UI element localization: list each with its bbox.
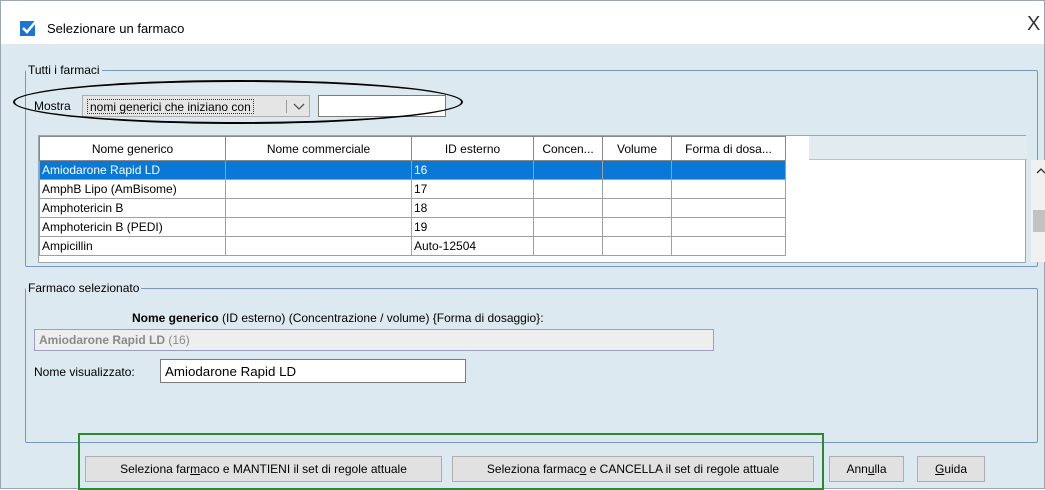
- column-header[interactable]: Forma di dosa...: [671, 136, 786, 161]
- cell-brand-name: [225, 236, 412, 256]
- cell-generic-name: Amiodarone Rapid LD: [39, 160, 226, 180]
- select-cancel-rules-button[interactable]: Seleziona farmaco e CANCELLA il set di r…: [452, 456, 814, 482]
- scroll-thumb[interactable]: [1033, 210, 1045, 232]
- title-bar: Selezionare un farmaco X: [1, 1, 1044, 45]
- table-row[interactable]: AmphB Lipo (AmBisome) 17: [39, 179, 786, 199]
- table-row[interactable]: Amphotericin B 18: [39, 198, 786, 218]
- check-icon: [20, 19, 38, 36]
- cell-volume: [602, 236, 672, 256]
- filter-type-value: nomi generici che iniziano con: [87, 99, 254, 114]
- cell-generic-name: Amphotericin B: [39, 198, 226, 218]
- help-button[interactable]: Guida: [917, 456, 985, 482]
- cell-dosage-form: [671, 179, 786, 199]
- column-header[interactable]: Nome commerciale: [225, 136, 412, 161]
- cell-external-id: Auto-12504: [411, 236, 534, 256]
- generic-name-value: Amiodarone Rapid LD: [39, 333, 166, 347]
- drug-table: Nome generico Nome commerciale ID estern…: [38, 135, 1045, 263]
- cell-brand-name: [225, 179, 412, 199]
- cell-concentration: [533, 217, 603, 237]
- selected-drug-group: Farmaco selezionato Nome generico (ID es…: [25, 281, 1038, 443]
- button-mnemonic: m: [190, 462, 201, 476]
- generic-name-field: Amiodarone Rapid LD (16): [34, 329, 714, 351]
- table-row[interactable]: Amiodarone Rapid LD 16: [39, 160, 786, 180]
- all-drugs-legend: Tutti i farmaci: [28, 63, 100, 77]
- button-label-part: e CANCELLA il set di regole attuale: [586, 462, 780, 476]
- cell-generic-name: Ampicillin: [39, 236, 226, 256]
- select-separator: [286, 100, 287, 113]
- filter-text-input[interactable]: [318, 95, 446, 117]
- cell-volume: [602, 217, 672, 237]
- button-label-part: Seleziona far: [120, 462, 191, 476]
- column-header[interactable]: Concen...: [533, 136, 603, 161]
- cell-concentration: [533, 179, 603, 199]
- cell-dosage-form: [671, 198, 786, 218]
- caption-rest: (ID esterno) (Concentrazione / volume) {…: [218, 311, 544, 325]
- caption-bold: Nome generico: [132, 311, 219, 325]
- cell-dosage-form: [671, 236, 786, 256]
- generic-id-value: (16): [165, 333, 190, 347]
- cell-concentration: [533, 160, 603, 180]
- cell-external-id: 19: [411, 217, 534, 237]
- header-filler: [809, 136, 1027, 160]
- button-label-part: Seleziona farmac: [486, 462, 580, 476]
- dialog-window: Selezionare un farmaco X Tutti i farmaci…: [0, 0, 1045, 490]
- button-label-part: lla: [874, 462, 887, 476]
- cell-concentration: [533, 236, 603, 256]
- table-row[interactable]: Amphotericin B (PEDI) 19: [39, 217, 786, 237]
- button-mnemonic: u: [867, 462, 875, 476]
- cell-generic-name: AmphB Lipo (AmBisome): [39, 179, 226, 199]
- header-row: Nome generico Nome commerciale ID estern…: [39, 136, 786, 161]
- window-title: Selezionare un farmaco: [47, 21, 185, 36]
- cell-volume: [602, 160, 672, 180]
- cancel-button[interactable]: Annulla: [829, 456, 904, 482]
- selected-caption: Nome generico (ID esterno) (Concentrazio…: [132, 311, 544, 325]
- filter-label: Mostra: [34, 99, 71, 113]
- drug-grid: Nome generico Nome commerciale ID estern…: [39, 136, 786, 256]
- column-header[interactable]: Volume: [602, 136, 672, 161]
- cell-dosage-form: [671, 217, 786, 237]
- column-header[interactable]: ID esterno: [411, 136, 534, 161]
- chevron-up-icon[interactable]: [1036, 166, 1045, 176]
- vertical-scrollbar[interactable]: [1031, 160, 1045, 262]
- select-keep-rules-button[interactable]: Seleziona farmaco e MANTIENI il set di r…: [85, 456, 442, 482]
- cell-concentration: [533, 198, 603, 218]
- button-label-part: Ann: [846, 462, 868, 476]
- close-icon[interactable]: X: [1027, 13, 1040, 36]
- chevron-down-icon: [293, 103, 305, 110]
- cell-external-id: 18: [411, 198, 534, 218]
- button-label-part: aco e MANTIENI il set di regole attuale: [200, 462, 407, 476]
- button-label-part: uida: [944, 462, 968, 476]
- display-name-input[interactable]: [160, 359, 466, 383]
- button-mnemonic: G: [934, 462, 945, 476]
- filter-type-select[interactable]: nomi generici che iniziano con: [82, 95, 310, 117]
- cell-external-id: 16: [411, 160, 534, 180]
- cell-brand-name: [225, 198, 412, 218]
- table-row[interactable]: Ampicillin Auto-12504: [39, 236, 786, 256]
- cell-brand-name: [225, 217, 412, 237]
- column-header[interactable]: Nome generico: [39, 136, 226, 161]
- display-name-label: Nome visualizzato:: [34, 365, 135, 379]
- cell-volume: [602, 198, 672, 218]
- cell-generic-name: Amphotericin B (PEDI): [39, 217, 226, 237]
- cell-volume: [602, 179, 672, 199]
- selected-drug-legend: Farmaco selezionato: [28, 281, 140, 295]
- cell-brand-name: [225, 160, 412, 180]
- cell-external-id: 17: [411, 179, 534, 199]
- all-drugs-group: Tutti i farmaci Mostra nomi generici che…: [25, 63, 1045, 267]
- cell-dosage-form: [671, 160, 786, 180]
